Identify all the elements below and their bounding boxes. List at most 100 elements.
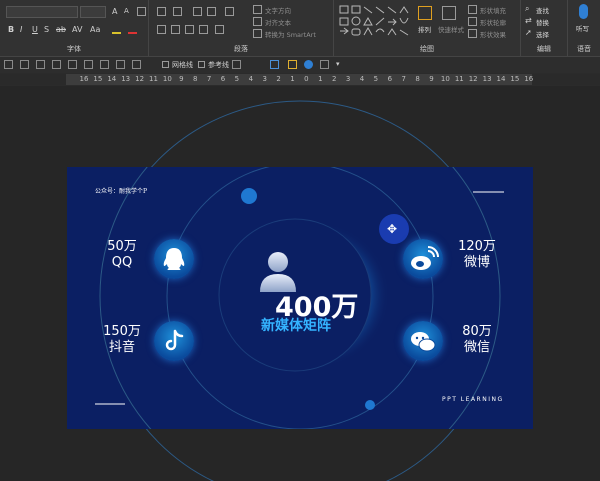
drawing-group-label: 绘图 <box>420 45 434 53</box>
font-size-dropdown[interactable] <box>80 6 106 18</box>
rotate-handle-icon[interactable]: ✥ <box>387 222 397 236</box>
quick-styles-label[interactable]: 快速样式 <box>438 24 464 34</box>
voice-group: 听写 语音 <box>568 0 600 56</box>
stat-douyin-value: 150万 <box>103 324 141 339</box>
shape-effects-icon[interactable] <box>468 29 477 38</box>
ribbon: A A B I U S ab AV Aa 字体 文字方向 对齐文本 转换为 Sm… <box>0 0 600 57</box>
paragraph-group: 文字方向 对齐文本 转换为 SmartArt 段落 <box>149 0 334 56</box>
align-left-icon[interactable] <box>157 25 166 34</box>
highlight-icon[interactable] <box>112 32 121 34</box>
quick-styles-icon[interactable] <box>442 6 456 20</box>
increase-indent-icon[interactable] <box>207 7 216 16</box>
char-spacing-icon[interactable]: AV <box>72 25 82 34</box>
ruler-tick-label: 12 <box>468 75 478 83</box>
shapes-gallery[interactable] <box>338 4 410 40</box>
gridlines-checkbox[interactable] <box>162 61 169 68</box>
shapes-gallery-icon <box>339 5 409 36</box>
align-right-edges-icon[interactable] <box>36 60 45 69</box>
columns-icon[interactable] <box>215 25 224 34</box>
stat-wechat-value: 80万 <box>462 324 492 339</box>
text-box-icon[interactable] <box>288 60 297 69</box>
find-label[interactable]: 查找 <box>536 5 549 15</box>
align-text-icon[interactable] <box>253 17 262 26</box>
ruler-tick-label: 14 <box>107 75 117 83</box>
format-painter-icon[interactable] <box>132 60 141 69</box>
ruler-tick-label: 14 <box>496 75 506 83</box>
douyin-orb <box>154 321 194 361</box>
italic-icon[interactable]: I <box>20 25 29 34</box>
ruler-tick-label: 6 <box>220 75 226 83</box>
text-direction-label[interactable]: 文字方向 <box>265 5 291 15</box>
bullets-icon[interactable] <box>157 7 166 16</box>
find-icon[interactable]: ⌕ <box>525 4 534 13</box>
align-right-icon[interactable] <box>185 25 194 34</box>
select-label[interactable]: 选择 <box>536 29 549 39</box>
center-label: 新媒体矩阵 <box>261 318 331 334</box>
ruler-tick-label: 5 <box>234 75 240 83</box>
justify-icon[interactable] <box>199 25 208 34</box>
replace-icon[interactable]: ⇄ <box>525 16 534 25</box>
ruler-tick-label: 16 <box>524 75 534 83</box>
shape-fill-icon[interactable] <box>468 5 477 14</box>
dictate-label[interactable]: 听写 <box>576 23 589 33</box>
align-middle-icon[interactable] <box>68 60 77 69</box>
bold-icon[interactable]: B <box>8 25 17 34</box>
font-group: A A B I U S ab AV Aa 字体 <box>0 0 149 56</box>
circle-icon[interactable] <box>304 60 313 69</box>
ruler-tick-label: 15 <box>510 75 520 83</box>
guides-checkbox[interactable] <box>198 61 205 68</box>
strikethrough-icon[interactable]: ab <box>56 25 66 34</box>
distribute-vertical-icon[interactable] <box>116 60 125 69</box>
ruler-tick-label: 4 <box>248 75 254 83</box>
text-direction-icon[interactable] <box>253 5 262 14</box>
change-case-icon[interactable]: Aa <box>90 25 100 34</box>
align-bottom-icon[interactable] <box>84 60 93 69</box>
align-centers-icon[interactable] <box>20 60 29 69</box>
align-center-icon[interactable] <box>171 25 180 34</box>
smartart-icon[interactable] <box>253 29 262 38</box>
select-icon[interactable]: ➚ <box>525 28 534 37</box>
line-spacing-icon[interactable] <box>225 7 234 16</box>
picture-icon[interactable] <box>320 60 329 69</box>
slide-canvas[interactable]: ✥ 公众号：耐我学个P PPT LEARNING 400万 新媒体矩阵 50万 … <box>0 86 600 481</box>
align-text-label[interactable]: 对齐文本 <box>265 17 291 27</box>
grow-font-icon[interactable]: A <box>112 7 121 16</box>
ruler-tick-label: 15 <box>93 75 103 83</box>
microphone-icon[interactable] <box>579 4 588 19</box>
font-name-dropdown[interactable] <box>6 6 78 18</box>
shadow-text-icon[interactable]: S <box>44 25 53 34</box>
drawing-group: 排列 快速样式 形状填充 形状轮廓 形状效果 绘图 <box>334 0 521 56</box>
shape-effects-label[interactable]: 形状效果 <box>480 29 506 39</box>
qq-icon <box>163 248 185 270</box>
slide[interactable]: ✥ 公众号：耐我学个P PPT LEARNING 400万 新媒体矩阵 50万 … <box>67 167 533 429</box>
ruler-tick-label: 5 <box>373 75 379 83</box>
editing-group-label: 编辑 <box>537 45 551 53</box>
distribute-horizontal-icon[interactable] <box>100 60 109 69</box>
ruler-tick-label: 6 <box>387 75 393 83</box>
shape-fill-label[interactable]: 形状填充 <box>480 5 506 15</box>
convert-smartart-label[interactable]: 转换为 SmartArt <box>265 29 316 39</box>
shape-outline-label[interactable]: 形状轮廓 <box>480 17 506 27</box>
ruler-tick-label: 4 <box>359 75 365 83</box>
align-top-icon[interactable] <box>52 60 61 69</box>
account-label: 公众号：耐我学个P <box>95 188 148 195</box>
decrease-indent-icon[interactable] <box>193 7 202 16</box>
gridlines-label: 网格线 <box>172 61 193 69</box>
rectangle-icon[interactable] <box>270 60 279 69</box>
ruler-tick-label: 3 <box>262 75 267 83</box>
ruler-tick-label: 2 <box>331 75 337 83</box>
table-icon[interactable] <box>232 60 241 69</box>
arrange-icon[interactable] <box>418 6 432 20</box>
numbering-icon[interactable] <box>173 7 182 16</box>
replace-label[interactable]: 替换 <box>536 17 549 27</box>
shape-outline-icon[interactable] <box>468 17 477 26</box>
brand-label: PPT LEARNING <box>442 396 504 403</box>
shrink-font-icon[interactable]: A <box>124 7 133 16</box>
font-color-icon[interactable] <box>128 32 137 34</box>
clear-format-icon[interactable] <box>137 7 146 16</box>
align-left-edges-icon[interactable] <box>4 60 13 69</box>
horizontal-ruler[interactable]: 16 15 14 13 12 11 10 9 8 7 6 5 4 3 2 1 0 1 2 3 4 5 6 7 8 9 10 11 12 1… <box>0 74 600 85</box>
arrange-label[interactable]: 排列 <box>418 24 431 34</box>
customize-toolbar-icon[interactable]: ▾ <box>336 60 340 68</box>
underline-icon[interactable]: U <box>32 25 41 34</box>
